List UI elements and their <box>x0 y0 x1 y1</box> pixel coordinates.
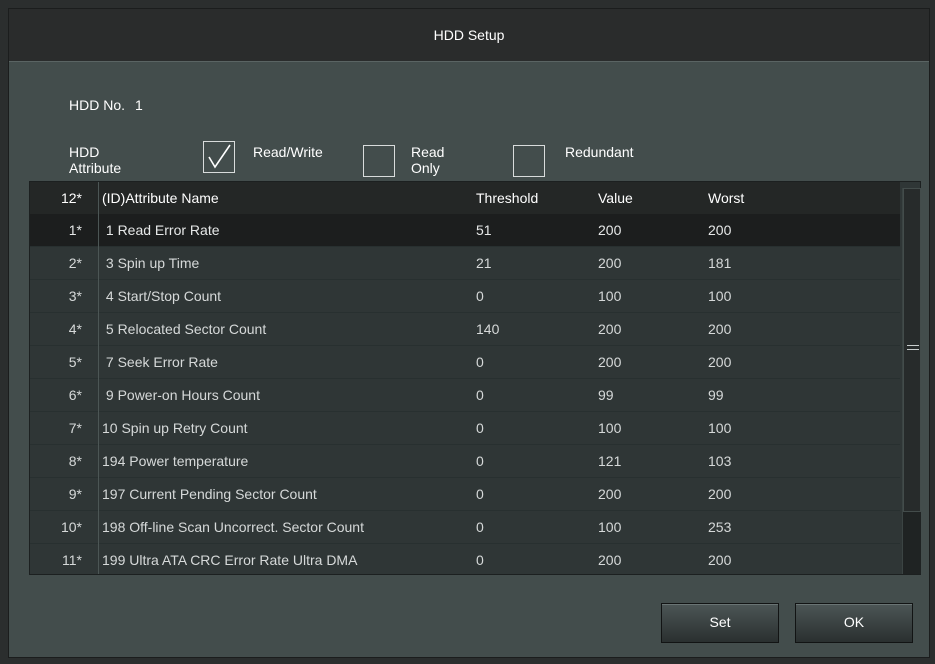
column-header-name: (ID)Attribute Name <box>102 190 219 206</box>
attribute-name: 10 Spin up Retry Count <box>102 420 248 436</box>
row-number: 7* <box>68 420 82 436</box>
threshold-cell: 0 <box>476 519 484 535</box>
hdd-attribute-label: HDD Attribute <box>69 144 122 176</box>
worst-cell: 200 <box>708 222 732 238</box>
worst-cell: 100 <box>708 288 732 304</box>
threshold-cell: 0 <box>476 552 484 568</box>
threshold-cell: 140 <box>476 321 500 337</box>
worst-cell: 200 <box>708 354 732 370</box>
table-row[interactable]: 5* 7 Seek Error Rate 0 200 200 <box>30 346 900 379</box>
threshold-cell: 21 <box>476 255 492 271</box>
row-number: 6* <box>68 387 82 403</box>
worst-cell: 200 <box>708 552 732 568</box>
row-number: 10* <box>60 519 82 535</box>
worst-cell: 200 <box>708 486 732 502</box>
worst-cell: 103 <box>708 453 732 469</box>
redundant-label: Redundant <box>565 144 634 160</box>
column-header-worst: Worst <box>708 190 745 206</box>
table-header: 12* (ID)Attribute Name Threshold Value W… <box>30 182 900 215</box>
checkmark-icon <box>208 144 231 169</box>
table-row[interactable]: 2* 3 Spin up Time 21 200 181 <box>30 247 900 280</box>
column-divider <box>98 182 99 574</box>
table-row[interactable]: 3* 4 Start/Stop Count 0 100 100 <box>30 280 900 313</box>
value-cell: 100 <box>598 288 622 304</box>
table-scrollbar[interactable] <box>902 188 921 574</box>
read-only-checkbox[interactable] <box>363 145 395 177</box>
column-header-value: Value <box>598 190 633 206</box>
row-number: 9* <box>68 486 82 502</box>
attribute-name: 5 Relocated Sector Count <box>102 321 267 337</box>
hdd-number-label: HDD No. <box>69 97 126 113</box>
value-cell: 200 <box>598 486 622 502</box>
table-row[interactable]: 9* 197 Current Pending Sector Count 0 20… <box>30 478 900 511</box>
value-cell: 100 <box>598 519 622 535</box>
row-number: 1* <box>68 222 82 238</box>
table-row[interactable]: 1* 1 Read Error Rate 51 200 200 <box>30 214 900 247</box>
worst-cell: 253 <box>708 519 732 535</box>
read-write-checkbox[interactable] <box>203 141 235 173</box>
threshold-cell: 0 <box>476 420 484 436</box>
value-cell: 99 <box>598 387 614 403</box>
hdd-setup-dialog: HDD Setup HDD No. 1 HDD Attribute Read/Wr… <box>8 8 930 658</box>
table-row[interactable]: 7* 10 Spin up Retry Count 0 100 100 <box>30 412 900 445</box>
row-number: 2* <box>68 255 82 271</box>
value-cell: 121 <box>598 453 622 469</box>
table-row[interactable]: 11* 199 Ultra ATA CRC Error Rate Ultra D… <box>30 544 900 577</box>
read-write-label: Read/Write <box>253 144 323 160</box>
smart-attribute-table: 12* (ID)Attribute Name Threshold Value W… <box>29 181 921 575</box>
attribute-name: 9 Power-on Hours Count <box>102 387 260 403</box>
hdd-number-field: HDD No. 1 <box>69 97 143 113</box>
value-cell: 200 <box>598 552 622 568</box>
row-number: 8* <box>68 453 82 469</box>
threshold-cell: 0 <box>476 288 484 304</box>
worst-cell: 100 <box>708 420 732 436</box>
column-header-no: 12* <box>60 190 82 206</box>
value-cell: 200 <box>598 354 622 370</box>
value-cell: 100 <box>598 420 622 436</box>
hdd-number-value: 1 <box>135 97 143 113</box>
row-number: 4* <box>68 321 82 337</box>
value-cell: 200 <box>598 255 622 271</box>
attribute-name: 199 Ultra ATA CRC Error Rate Ultra DMA <box>102 552 358 568</box>
row-number: 11* <box>62 552 82 568</box>
attribute-name: 7 Seek Error Rate <box>102 354 218 370</box>
table-row[interactable]: 4* 5 Relocated Sector Count 140 200 200 <box>30 313 900 346</box>
grip-icon <box>907 345 919 354</box>
attribute-name: 194 Power temperature <box>102 453 249 469</box>
worst-cell: 200 <box>708 321 732 337</box>
worst-cell: 99 <box>708 387 724 403</box>
threshold-cell: 0 <box>476 486 484 502</box>
table-row[interactable]: 8* 194 Power temperature 0 121 103 <box>30 445 900 478</box>
table-row[interactable]: 10* 198 Off-line Scan Uncorrect. Sector … <box>30 511 900 544</box>
row-number: 5* <box>68 354 82 370</box>
row-number: 3* <box>68 288 82 304</box>
dialog-title: HDD Setup <box>9 9 929 62</box>
redundant-checkbox[interactable] <box>513 145 545 177</box>
ok-button[interactable]: OK <box>795 603 913 643</box>
attribute-name: 1 Read Error Rate <box>102 222 220 238</box>
worst-cell: 181 <box>708 255 732 271</box>
threshold-cell: 0 <box>476 387 484 403</box>
attribute-name: 4 Start/Stop Count <box>102 288 222 304</box>
value-cell: 200 <box>598 222 622 238</box>
scrollbar-thumb[interactable] <box>903 188 921 512</box>
read-only-label: Read Only <box>411 144 445 176</box>
value-cell: 200 <box>598 321 622 337</box>
threshold-cell: 51 <box>476 222 492 238</box>
table-row[interactable]: 6* 9 Power-on Hours Count 0 99 99 <box>30 379 900 412</box>
threshold-cell: 0 <box>476 354 484 370</box>
column-header-threshold: Threshold <box>476 190 539 206</box>
attribute-name: 197 Current Pending Sector Count <box>102 486 317 502</box>
threshold-cell: 0 <box>476 453 484 469</box>
attribute-name: 3 Spin up Time <box>102 255 200 271</box>
set-button[interactable]: Set <box>661 603 779 643</box>
attribute-name: 198 Off-line Scan Uncorrect. Sector Coun… <box>102 519 364 535</box>
